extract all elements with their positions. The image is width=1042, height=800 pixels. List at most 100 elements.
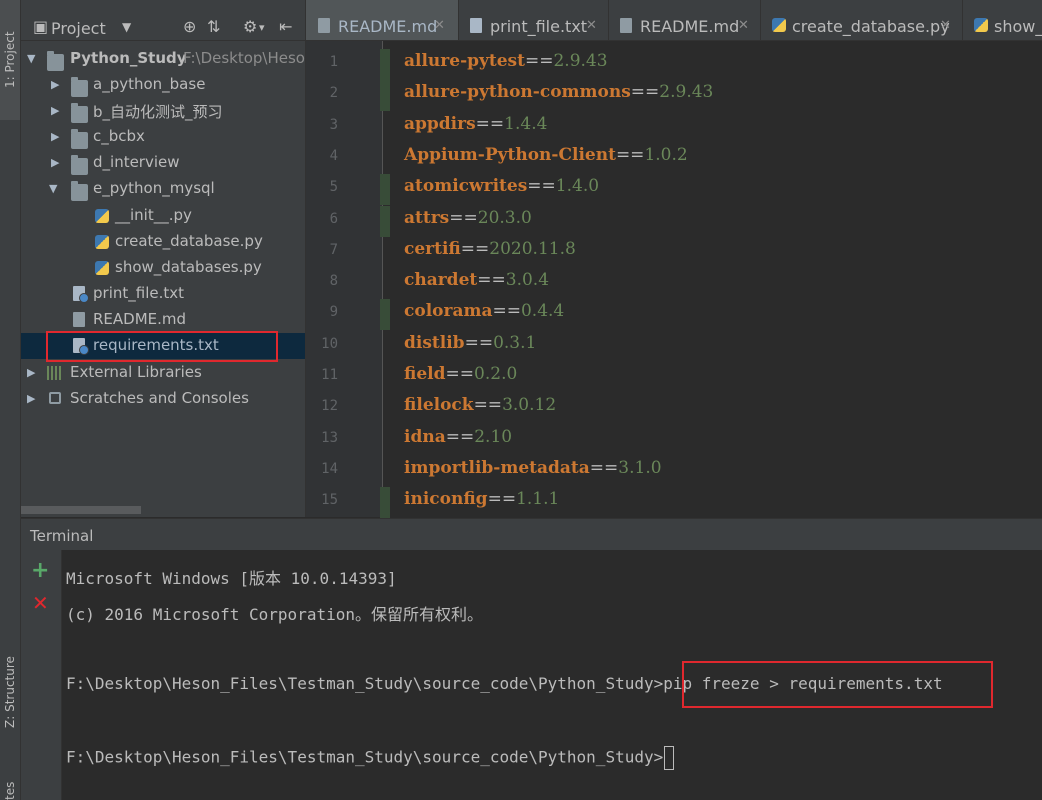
root-folder-name: Python_Study — [70, 49, 187, 67]
change-marker[interactable] — [380, 80, 390, 112]
change-marker[interactable] — [380, 299, 390, 331]
text-file-icon — [73, 286, 89, 303]
terminal-prompt: F:\Desktop\Heson_Files\Testman_Study\sou… — [66, 674, 664, 693]
folder-icon — [47, 51, 64, 71]
close-terminal-icon[interactable]: ✕ — [32, 591, 49, 615]
code-line: attrs==20.3.0 — [404, 208, 532, 228]
horizontal-scrollbar[interactable] — [21, 506, 141, 514]
code-line: chardet==3.0.4 — [404, 270, 549, 290]
line-number: 6 — [329, 210, 338, 227]
terminal-prompt: F:\Desktop\Heson_Files\Testman_Study\sou… — [66, 747, 664, 767]
tree-file-item[interactable]: print_file.txt — [21, 281, 305, 307]
markdown-file-icon — [318, 18, 330, 33]
folder-label: e_python_mysql — [93, 179, 215, 197]
add-terminal-icon[interactable]: + — [31, 558, 49, 583]
terminal-output[interactable]: Microsoft Windows [版本 10.0.14393] (c) 20… — [62, 550, 1042, 800]
tree-file-item[interactable]: show_databases.py — [21, 255, 305, 281]
collapsed-arrow-icon[interactable]: ▶ — [51, 78, 59, 91]
locate-file-icon[interactable]: ⊕ — [183, 17, 196, 36]
tab-readme-2[interactable]: README.md ✕ — [608, 0, 761, 40]
tree-file-item[interactable]: create_database.py — [21, 229, 305, 255]
project-view-icon: ▣ — [33, 17, 49, 36]
code-editor[interactable]: 1 2 3 4 5 6 7 8 9 10 11 12 13 14 15 allure-pytest==2.9… — [306, 41, 1042, 519]
close-icon[interactable]: ✕ — [940, 18, 951, 33]
left-tool-strip: 1: Project Z: Structure tes — [0, 0, 21, 800]
close-icon[interactable]: ✕ — [434, 18, 445, 33]
collapsed-arrow-icon[interactable]: ▶ — [27, 366, 35, 379]
text-cursor — [664, 746, 675, 770]
operator: == — [487, 489, 517, 510]
project-tool-tab[interactable]: 1: Project — [0, 0, 20, 120]
line-number: 5 — [329, 179, 338, 196]
terminal-title[interactable]: Terminal — [30, 527, 93, 545]
python-file-icon — [95, 261, 109, 275]
package-version: 1.1.1 — [516, 489, 560, 510]
change-marker[interactable] — [380, 487, 390, 519]
folder-label: a_python_base — [93, 75, 206, 93]
tab-label: create_database.py — [792, 17, 950, 36]
code-line: filelock==3.0.12 — [404, 395, 556, 415]
close-icon[interactable]: ✕ — [586, 18, 597, 33]
operator: == — [630, 82, 660, 103]
file-label: README.md — [93, 310, 187, 328]
package-name: Appium-Python-Client — [404, 144, 616, 165]
tree-folder-item[interactable]: ▶ c_bcbx — [21, 124, 305, 150]
tree-folder-item[interactable]: ▶ d_interview — [21, 150, 305, 176]
package-version: 3.0.4 — [505, 270, 550, 291]
tree-folder-item[interactable]: ▶ b_自动化测试_预习 — [21, 98, 305, 124]
python-file-icon — [974, 18, 988, 32]
collapsed-arrow-icon[interactable]: ▶ — [51, 104, 59, 117]
tree-scratches[interactable]: ▶ Scratches and Consoles — [21, 386, 305, 412]
folder-label: b_自动化测试_预习 — [93, 103, 223, 121]
file-label: create_database.py — [115, 232, 263, 250]
hide-panel-icon[interactable]: ⇤ — [279, 17, 292, 36]
file-label: __init__.py — [115, 206, 192, 224]
external-libraries-label: External Libraries — [70, 363, 202, 381]
chevron-down-icon[interactable]: ▼ — [122, 20, 131, 34]
terminal-line: (c) 2016 Microsoft Corporation。保留所有权利。 — [66, 605, 483, 624]
line-number: 12 — [321, 398, 338, 415]
library-icon — [47, 366, 63, 380]
package-name: iniconfig — [404, 489, 488, 510]
tab-create-database[interactable]: create_database.py ✕ — [760, 0, 963, 40]
code-line: certifi==2020.11.8 — [404, 239, 576, 259]
tab-show-databases[interactable]: show_ — [962, 0, 1042, 40]
expanded-arrow-icon[interactable]: ▼ — [27, 52, 35, 65]
package-version: 2.10 — [474, 426, 513, 447]
package-name: filelock — [404, 395, 474, 416]
code-line: distlib==0.3.1 — [404, 333, 536, 353]
package-version: 1.0.2 — [644, 144, 688, 165]
tab-print-file[interactable]: print_file.txt ✕ — [458, 0, 609, 40]
package-version: 20.3.0 — [477, 207, 532, 228]
tree-file-item[interactable]: __init__.py — [21, 203, 305, 229]
collapsed-arrow-icon[interactable]: ▶ — [51, 156, 59, 169]
gear-icon[interactable]: ⚙ — [243, 17, 257, 36]
change-marker[interactable] — [380, 205, 390, 237]
project-panel-title[interactable]: Project — [51, 19, 106, 38]
tree-folder-item[interactable]: ▼ e_python_mysql — [21, 176, 305, 202]
collapse-all-icon[interactable]: ⇅ — [207, 17, 220, 36]
line-number: 11 — [321, 367, 338, 383]
collapsed-arrow-icon[interactable]: ▶ — [27, 392, 35, 405]
tree-folder-item[interactable]: ▶ a_python_base — [21, 72, 305, 98]
line-number: 4 — [329, 147, 338, 164]
tab-readme[interactable]: README.md ✕ — [306, 0, 459, 40]
tree-file-item[interactable]: README.md — [21, 307, 305, 333]
package-name: colorama — [404, 301, 493, 322]
folder-icon — [71, 129, 88, 149]
line-number: 1 — [329, 54, 338, 70]
tree-root-python-study[interactable]: ▼ Python_Study F:\Desktop\Heso — [21, 46, 305, 72]
editor-tab-bar: README.md ✕ print_file.txt ✕ README.md ✕… — [306, 0, 1042, 41]
line-number: 10 — [321, 335, 338, 352]
chevron-down-icon[interactable]: ▾ — [259, 21, 265, 34]
scratches-icon — [49, 392, 61, 404]
change-marker[interactable] — [380, 49, 390, 80]
close-icon[interactable]: ✕ — [738, 18, 749, 33]
collapsed-arrow-icon[interactable]: ▶ — [51, 130, 59, 143]
operator: == — [473, 395, 503, 416]
change-marker[interactable] — [380, 174, 390, 206]
expanded-arrow-icon[interactable]: ▼ — [49, 182, 57, 195]
package-name: idna — [404, 426, 446, 447]
tree-external-libraries[interactable]: ▶ External Libraries — [21, 360, 305, 386]
line-number: 9 — [329, 304, 338, 321]
